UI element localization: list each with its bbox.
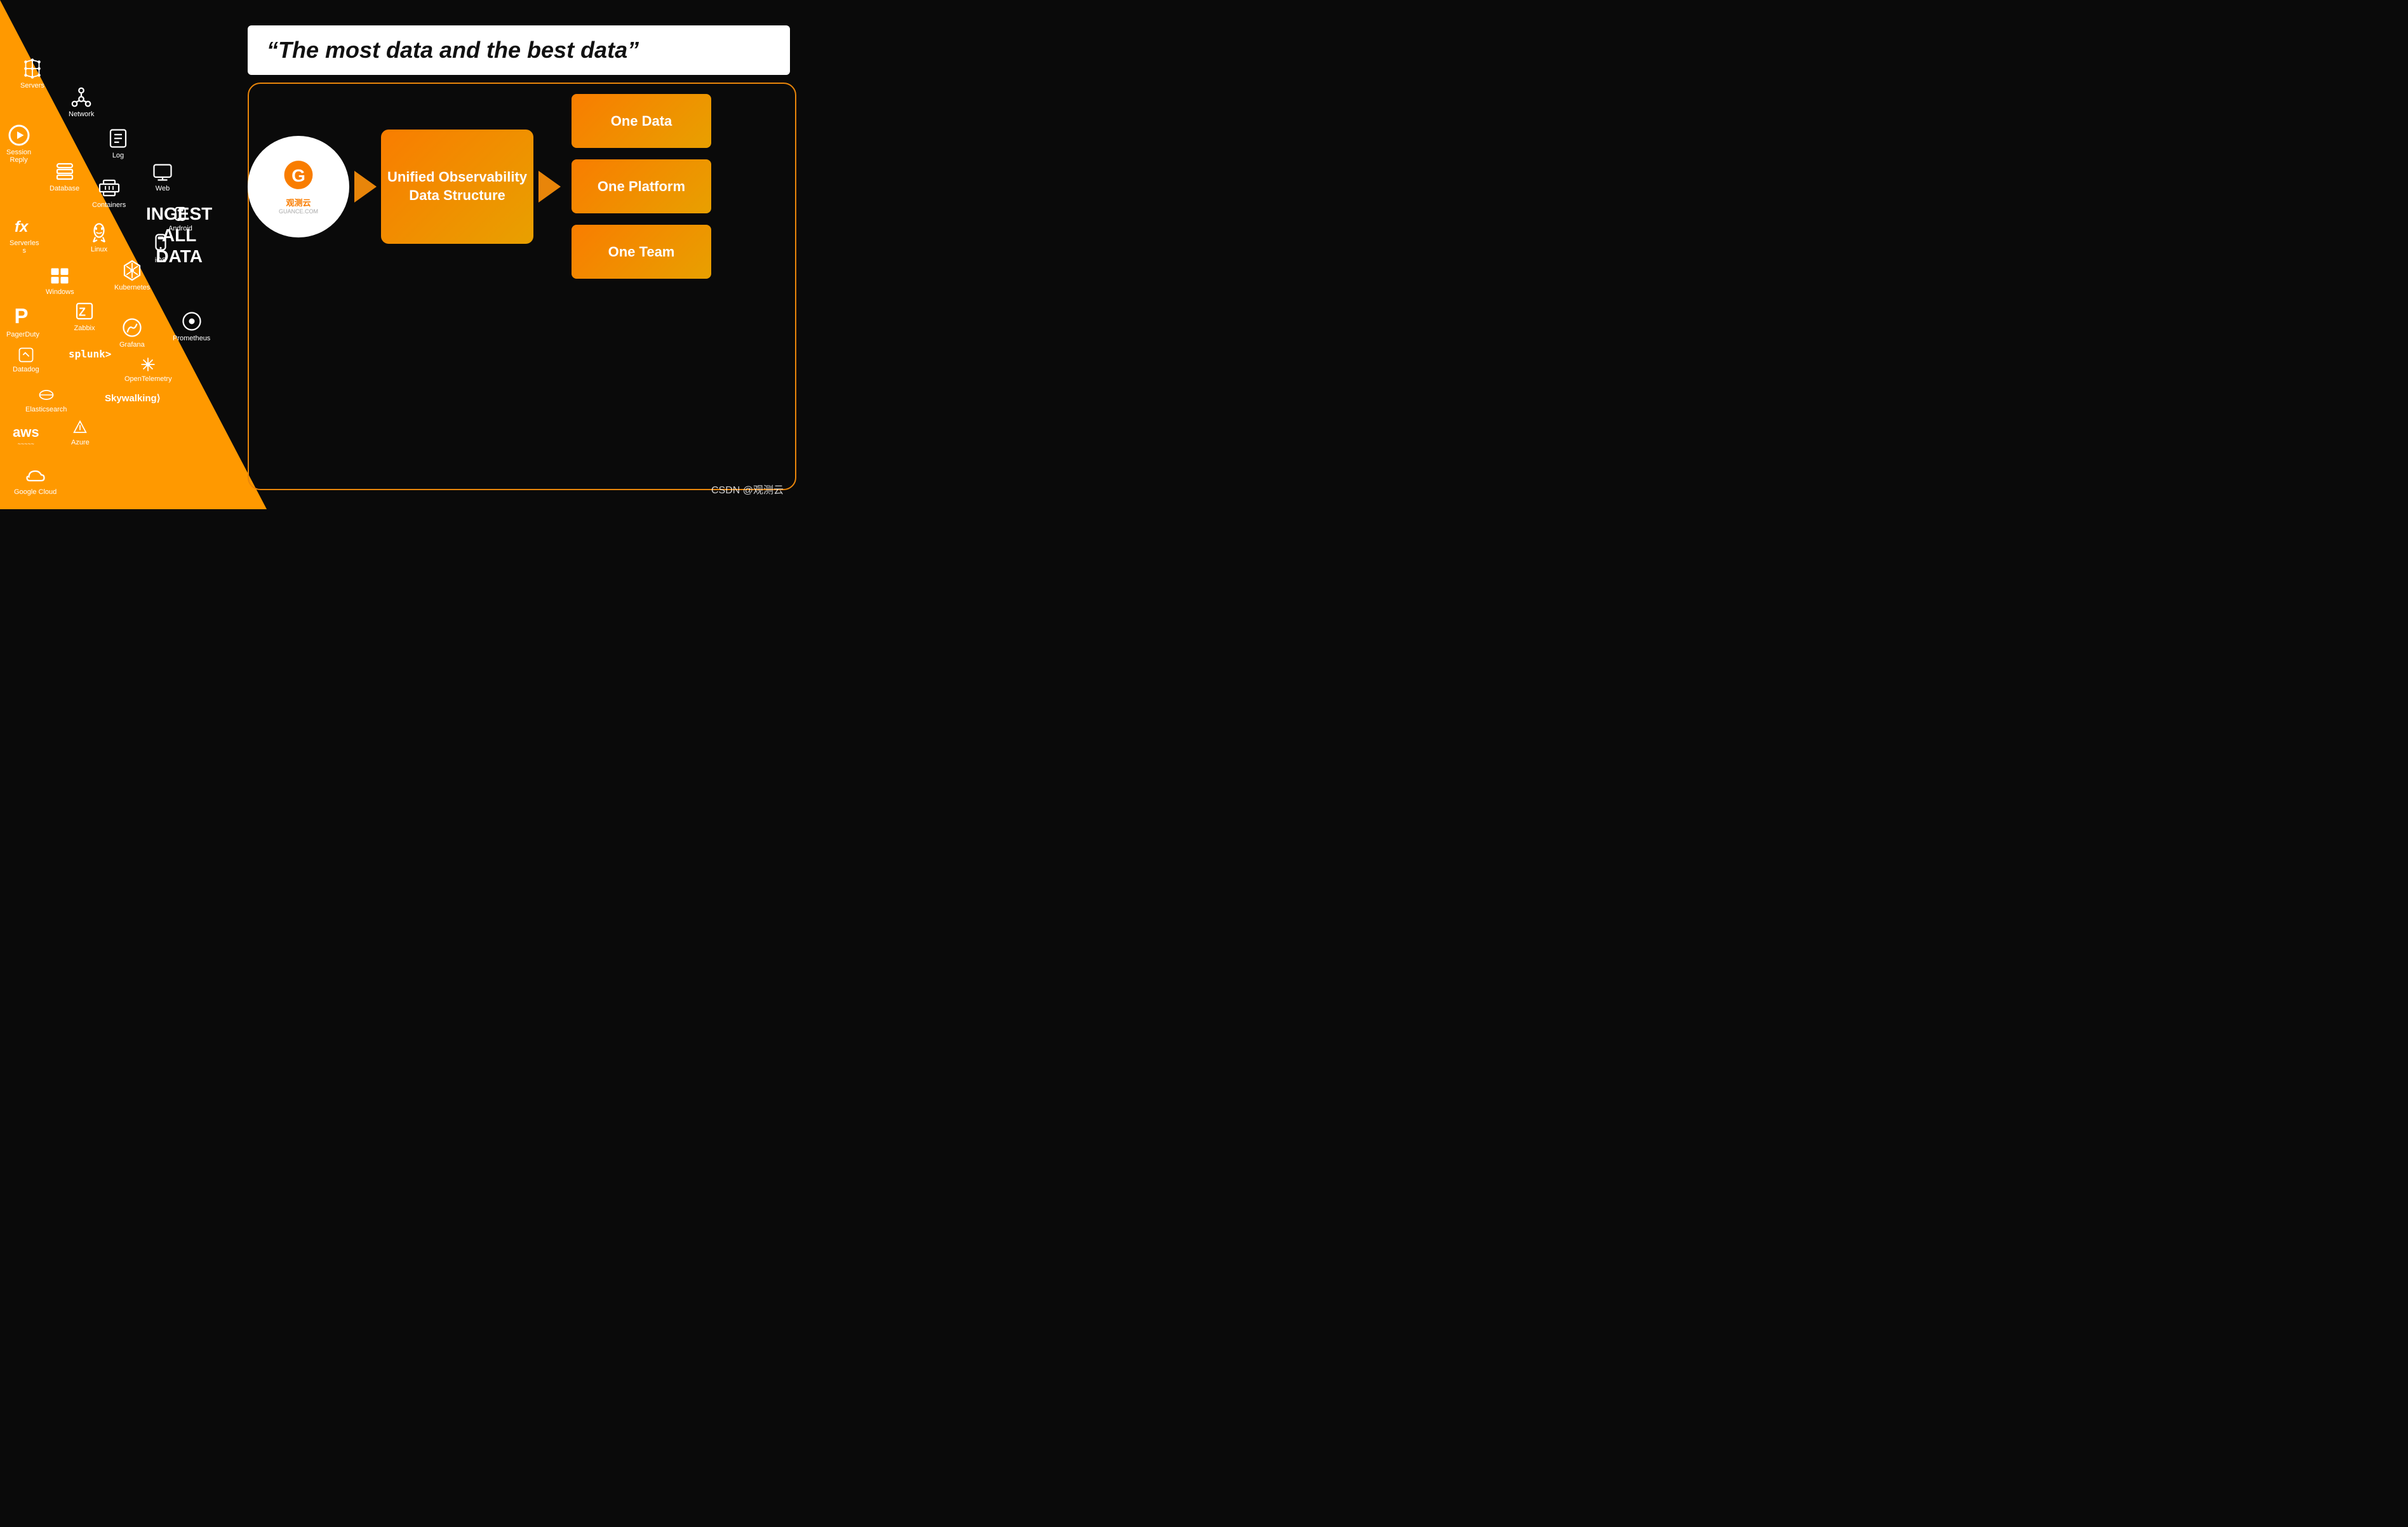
option-one-data: One Data <box>572 94 711 148</box>
arrow-2 <box>533 168 565 206</box>
right-options: One Data One Platform One Team <box>572 94 711 279</box>
logo-brand: 观测云 <box>286 196 311 208</box>
arrow-shape-1 <box>354 171 377 203</box>
guance-logo-svg: G <box>276 158 321 196</box>
unified-text: Unified ObservabilityData Structure <box>387 168 527 204</box>
main-content: “The most data and the best data” G 观测云 … <box>210 25 790 497</box>
unified-box: Unified ObservabilityData Structure <box>381 130 533 244</box>
option-one-data-label: One Data <box>611 113 672 130</box>
logo-url: GUANCE.COM <box>279 208 318 215</box>
svg-text:G: G <box>291 166 305 185</box>
watermark: CSDN @观测云 <box>711 481 784 497</box>
option-one-team-label: One Team <box>608 244 675 260</box>
logo-circle: G 观测云 GUANCE.COM <box>248 136 349 237</box>
flow-diagram: G 观测云 GUANCE.COM Unified ObservabilityDa… <box>210 94 790 279</box>
quote-text: “The most data and the best data” <box>267 37 639 63</box>
quote-banner: “The most data and the best data” <box>248 25 790 75</box>
arrow-shape-2 <box>538 171 561 203</box>
option-one-platform-label: One Platform <box>598 178 685 195</box>
option-one-team: One Team <box>572 225 711 279</box>
ingest-label: INGESTALLDATA <box>146 203 212 267</box>
arrow-1 <box>349 168 381 206</box>
option-one-platform: One Platform <box>572 159 711 213</box>
